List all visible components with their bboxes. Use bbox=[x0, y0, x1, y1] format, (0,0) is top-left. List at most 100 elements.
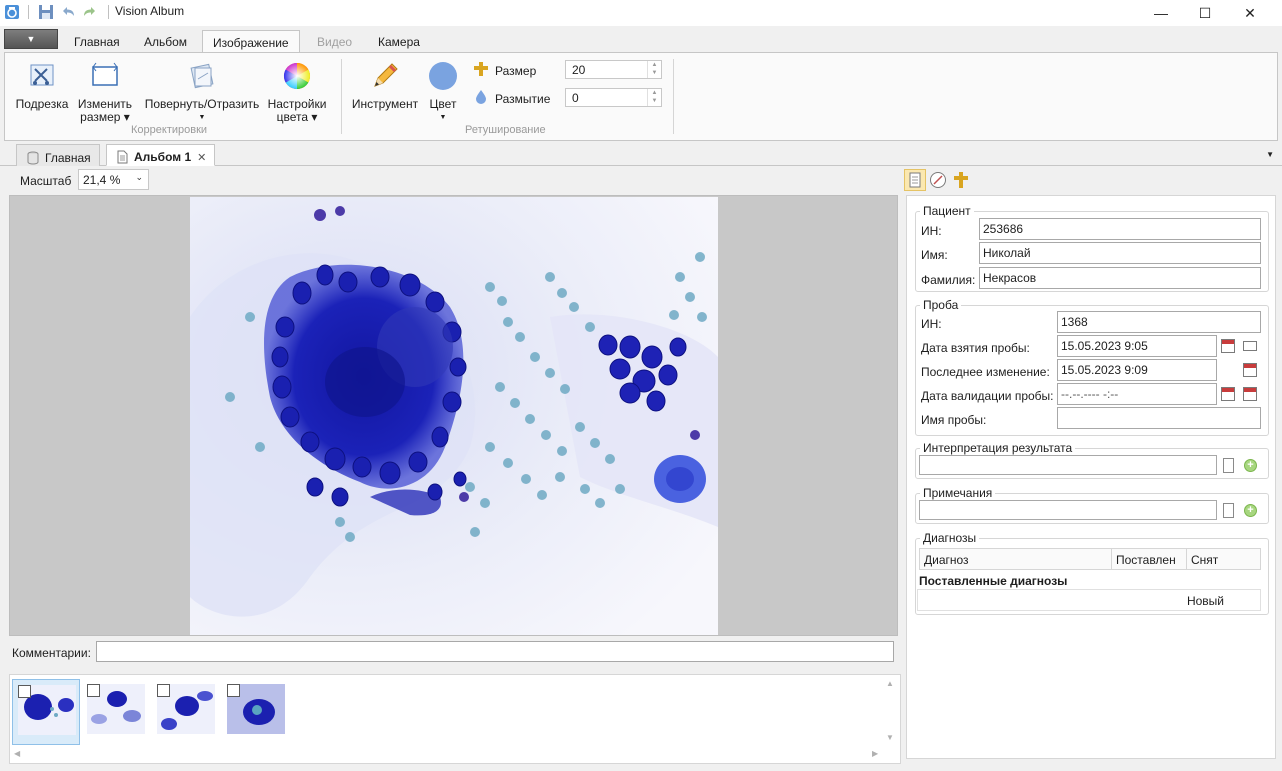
calendar-icon[interactable] bbox=[1221, 339, 1235, 353]
thumbnail-checkbox[interactable] bbox=[157, 684, 170, 697]
ribbon-separator bbox=[341, 59, 342, 134]
thumbnail[interactable] bbox=[12, 679, 80, 745]
thumbnail[interactable] bbox=[222, 679, 290, 745]
column-header-diagnosis[interactable]: Диагноз bbox=[919, 548, 1112, 570]
interpretation-legend: Интерпретация результата bbox=[923, 441, 1073, 455]
set-diagnoses-title: Поставленные диагнозы bbox=[919, 574, 1068, 588]
calendar-icon[interactable] bbox=[1243, 363, 1257, 377]
color-wheel-icon bbox=[283, 62, 311, 90]
sample-validation-field[interactable]: --.--.---- -:-- bbox=[1057, 383, 1217, 405]
resize-button[interactable]: Изменить размер ▾ bbox=[73, 61, 137, 124]
blur-label: Размытие bbox=[495, 92, 551, 106]
document-tab-bar: Главная Альбом 1 ✕ ▼ bbox=[0, 142, 1282, 166]
interpretation-field[interactable] bbox=[919, 455, 1217, 475]
rotate-icon bbox=[190, 63, 214, 89]
new-diagnosis-label: Новый bbox=[1186, 594, 1224, 608]
color-button[interactable]: Цвет ▼ bbox=[423, 61, 463, 124]
ribbon-separator-2 bbox=[673, 59, 674, 134]
chevron-down-icon[interactable]: ⌄ bbox=[135, 172, 143, 183]
blur-input[interactable]: 0 ▲ ▼ bbox=[565, 88, 662, 107]
tool-icon[interactable] bbox=[952, 171, 970, 189]
color-settings-label: Настройки цвета ▾ bbox=[267, 97, 327, 124]
tab-image[interactable]: Изображение bbox=[202, 30, 300, 52]
thumbnail-checkbox[interactable] bbox=[227, 684, 240, 697]
crop-button[interactable]: Подрезка bbox=[13, 61, 71, 111]
app-icon[interactable] bbox=[4, 4, 20, 20]
color-swatch-icon bbox=[429, 62, 457, 90]
sample-taken-field[interactable]: 15.05.2023 9:05 bbox=[1057, 335, 1217, 357]
size-spinner[interactable]: ▲ ▼ bbox=[647, 61, 661, 78]
close-button[interactable]: ✕ bbox=[1227, 0, 1273, 26]
zoom-value: 21,4 % bbox=[83, 173, 121, 187]
thumbnail-checkbox[interactable] bbox=[87, 684, 100, 697]
maximize-button[interactable]: ☐ bbox=[1182, 0, 1228, 26]
group-label-retouch: Ретуширование bbox=[465, 124, 546, 136]
document-icon[interactable] bbox=[1223, 458, 1234, 473]
thumbnail[interactable] bbox=[152, 679, 220, 745]
redo-icon[interactable] bbox=[82, 4, 98, 20]
crop-icon bbox=[30, 64, 54, 86]
add-icon[interactable]: + bbox=[1244, 459, 1257, 472]
microscopy-image bbox=[190, 197, 718, 635]
doc-tab-album[interactable]: Альбом 1 ✕ bbox=[106, 144, 216, 166]
tab-album[interactable]: Альбом bbox=[134, 30, 197, 52]
rotate-flip-label: Повернуть/Отразить bbox=[144, 97, 260, 111]
tab-overflow-icon[interactable]: ▼ bbox=[1266, 150, 1274, 159]
blur-spinner[interactable]: ▲ ▼ bbox=[647, 89, 661, 106]
image-canvas[interactable] bbox=[9, 195, 898, 636]
sample-name-field[interactable] bbox=[1057, 407, 1261, 429]
instrument-button[interactable]: Инструмент bbox=[349, 61, 421, 111]
scroll-right-icon[interactable]: ▶ bbox=[872, 749, 878, 758]
sample-modified-field[interactable]: 15.05.2023 9:09 bbox=[1057, 359, 1217, 381]
color-settings-button[interactable]: Настройки цвета ▾ bbox=[265, 61, 329, 124]
blur-value: 0 bbox=[572, 91, 579, 105]
patient-surname-field[interactable]: Некрасов bbox=[979, 267, 1261, 289]
doc-tab-album-label: Альбом 1 bbox=[134, 150, 192, 164]
info-tab-button[interactable] bbox=[904, 169, 926, 191]
rotate-flip-button[interactable]: Повернуть/Отразить ▼ bbox=[141, 61, 263, 124]
thumbnail[interactable] bbox=[82, 679, 150, 745]
compass-icon[interactable] bbox=[929, 171, 947, 189]
sample-id-field[interactable]: 1368 bbox=[1057, 311, 1261, 333]
database-icon bbox=[27, 151, 39, 164]
document-icon[interactable] bbox=[1223, 503, 1234, 518]
patient-legend: Пациент bbox=[923, 204, 971, 218]
scroll-left-icon[interactable]: ◀ bbox=[14, 749, 20, 758]
patient-id-field[interactable]: 253686 bbox=[979, 218, 1261, 240]
add-icon[interactable]: + bbox=[1244, 504, 1257, 517]
size-input[interactable]: 20 ▲ ▼ bbox=[565, 60, 662, 79]
brush-size-icon bbox=[474, 62, 488, 76]
qa-separator bbox=[28, 5, 29, 19]
notes-field[interactable] bbox=[919, 500, 1217, 520]
time-picker-icon[interactable] bbox=[1243, 341, 1257, 351]
close-tab-icon[interactable]: ✕ bbox=[197, 151, 206, 164]
minimize-button[interactable]: — bbox=[1138, 0, 1184, 26]
calendar-today-icon[interactable] bbox=[1243, 387, 1257, 401]
document-icon bbox=[117, 150, 128, 164]
save-icon[interactable] bbox=[38, 4, 54, 20]
column-header-set[interactable]: Поставлен bbox=[1111, 548, 1187, 570]
ribbon-panel: Подрезка Изменить размер ▾ Повернуть/Отра… bbox=[4, 52, 1278, 141]
calendar-icon[interactable] bbox=[1221, 387, 1235, 401]
undo-icon[interactable] bbox=[60, 4, 76, 20]
ribbon-tab-bar: ▼ Главная Альбом Изображение Видео Камер… bbox=[0, 27, 1282, 52]
comment-input[interactable] bbox=[96, 641, 894, 662]
scroll-down-icon[interactable]: ▼ bbox=[886, 733, 894, 742]
doc-tab-home[interactable]: Главная bbox=[16, 144, 100, 166]
document-icon bbox=[909, 172, 921, 188]
sample-name-label: Имя пробы: bbox=[921, 413, 987, 427]
tab-camera[interactable]: Камера bbox=[368, 30, 430, 52]
column-header-removed[interactable]: Снят bbox=[1186, 548, 1261, 570]
thumbnail-checkbox[interactable] bbox=[18, 685, 31, 698]
tab-home[interactable]: Главная bbox=[64, 30, 130, 52]
zoom-select[interactable]: 21,4 % ⌄ bbox=[78, 169, 149, 190]
size-label: Размер bbox=[495, 64, 537, 78]
application-menu-button[interactable]: ▼ bbox=[4, 29, 58, 49]
resize-icon bbox=[92, 62, 118, 86]
new-diagnosis-row[interactable]: Новый bbox=[917, 589, 1261, 611]
title-separator bbox=[108, 5, 109, 19]
scroll-up-icon[interactable]: ▲ bbox=[886, 679, 894, 688]
patient-surname-label: Фамилия: bbox=[921, 273, 976, 287]
patient-name-field[interactable]: Николай bbox=[979, 242, 1261, 264]
pencil-icon bbox=[374, 63, 398, 87]
